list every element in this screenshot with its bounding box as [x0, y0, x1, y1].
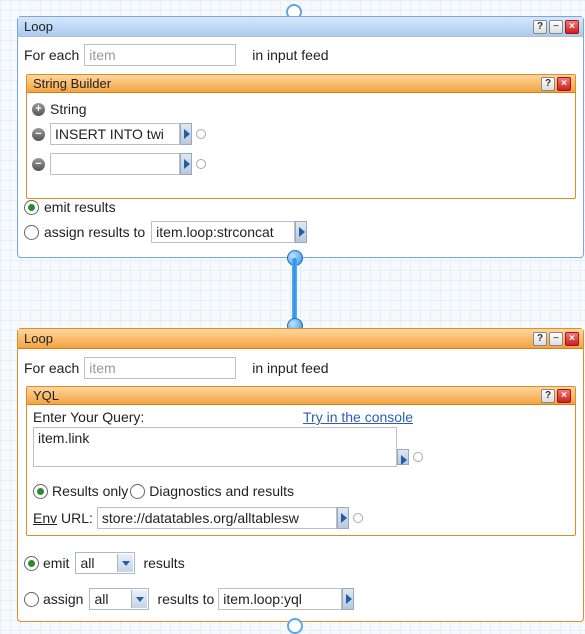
env-url-input[interactable]: store://datatables.org/alltablesw: [96, 507, 337, 529]
emit-results-row: emit results: [24, 199, 116, 215]
assign-select[interactable]: all: [89, 588, 150, 610]
title-buttons: ? − ×: [533, 20, 579, 34]
query-row: item.link: [33, 427, 423, 467]
emit-label: emit: [43, 555, 70, 571]
in-input-feed-label: in input feed: [252, 360, 329, 376]
yql-title: YQL: [33, 388, 60, 403]
string-input-1[interactable]: INSERT INTO twi: [50, 123, 180, 145]
string-builder-title-bar[interactable]: String Builder ? ×: [27, 75, 575, 93]
help-button[interactable]: ?: [533, 20, 547, 34]
diagnostics-radio[interactable]: [130, 483, 146, 499]
title-buttons: ? ×: [541, 389, 571, 403]
url-label: URL:: [57, 510, 93, 526]
emit-results-radio[interactable]: [24, 199, 39, 215]
assign-results-row: assign results to item.loop:strconcat: [24, 221, 308, 243]
query-textarea[interactable]: item.link: [33, 427, 397, 467]
arrow-icon[interactable]: [342, 588, 355, 610]
add-string-row: + String: [32, 101, 87, 117]
diagnostics-label: Diagnostics and results: [149, 483, 295, 499]
minimize-button[interactable]: −: [549, 20, 563, 34]
connector-wire[interactable]: [292, 258, 297, 326]
emit-select[interactable]: all: [75, 552, 136, 574]
emit-radio[interactable]: [24, 555, 39, 571]
loop-title-bar[interactable]: Loop ? − ×: [18, 17, 583, 37]
remove-icon[interactable]: −: [32, 157, 45, 171]
try-console-link[interactable]: Try in the console: [303, 409, 413, 425]
arrow-icon[interactable]: [397, 449, 409, 465]
for-each-label: For each: [24, 47, 80, 63]
results-only-radio[interactable]: [33, 483, 48, 499]
close-button[interactable]: ×: [557, 389, 571, 403]
loop-module-1: Loop ? − × For each item in input feed S…: [17, 16, 584, 258]
results-to-label: results to: [157, 591, 215, 607]
help-button[interactable]: ?: [541, 389, 555, 403]
string-row-1: − INSERT INTO twi: [32, 123, 206, 145]
yql-module: YQL ? × Enter Your Query: Try in the con…: [26, 386, 576, 536]
results-only-label: Results only: [52, 483, 129, 499]
chevron-down-icon: [131, 590, 148, 608]
chevron-down-icon: [117, 554, 134, 572]
env-label[interactable]: Env: [33, 510, 57, 526]
remove-icon[interactable]: −: [32, 127, 45, 141]
for-each-row: For each item in input feed: [24, 357, 329, 379]
assign-results-radio[interactable]: [24, 224, 39, 240]
help-button[interactable]: ?: [533, 332, 547, 346]
string-input-2[interactable]: [50, 153, 180, 175]
assign-select-value: all: [94, 591, 109, 607]
loop-title: Loop: [24, 331, 53, 346]
assign-row: assign all results to item.loop:yql: [24, 588, 355, 610]
env-url-row: Env URL: store://datatables.org/alltable…: [33, 507, 363, 529]
assign-results-label: assign results to: [44, 224, 146, 240]
close-button[interactable]: ×: [565, 20, 579, 34]
emit-results-label: results: [143, 555, 185, 571]
string-row-2: −: [32, 153, 206, 175]
string-builder-module: String Builder ? × + String − INSERT INT…: [26, 74, 576, 199]
assign-results-input[interactable]: item.loop:strconcat: [151, 221, 296, 243]
terminal-icon[interactable]: [413, 452, 423, 462]
arrow-icon[interactable]: [295, 221, 308, 243]
loop-module-2: Loop ? − × For each item in input feed Y…: [17, 328, 584, 622]
terminal-icon[interactable]: [352, 513, 363, 523]
loop-title-bar[interactable]: Loop ? − ×: [18, 329, 583, 349]
emit-select-value: all: [80, 555, 95, 571]
emit-row: emit all results: [24, 552, 185, 574]
string-builder-title: String Builder: [33, 76, 112, 91]
arrow-icon[interactable]: [180, 153, 192, 175]
for-each-row: For each item in input feed: [24, 44, 329, 66]
for-each-label: For each: [24, 360, 80, 376]
arrow-icon[interactable]: [180, 123, 192, 145]
for-each-input[interactable]: item: [84, 357, 237, 379]
close-button[interactable]: ×: [565, 332, 579, 346]
help-button[interactable]: ?: [541, 77, 555, 91]
loop-title: Loop: [24, 19, 53, 34]
result-type-row: Results only Diagnostics and results: [33, 483, 294, 499]
terminal-icon[interactable]: [196, 129, 206, 139]
assign-radio[interactable]: [24, 591, 39, 607]
query-label-row: Enter Your Query: Try in the console: [33, 409, 413, 425]
assign-results-input[interactable]: item.loop:yql: [218, 588, 343, 610]
title-buttons: ? ×: [541, 77, 571, 91]
add-string-label: String: [50, 101, 87, 117]
terminal-icon[interactable]: [196, 159, 206, 169]
yql-title-bar[interactable]: YQL ? ×: [27, 387, 575, 405]
minimize-button[interactable]: −: [549, 332, 563, 346]
title-buttons: ? − ×: [533, 332, 579, 346]
emit-results-label: emit results: [44, 199, 116, 215]
for-each-input[interactable]: item: [84, 44, 237, 66]
add-icon[interactable]: +: [32, 102, 45, 116]
query-label: Enter Your Query:: [33, 409, 145, 425]
assign-label: assign: [43, 591, 84, 607]
close-button[interactable]: ×: [557, 77, 571, 91]
output-terminal-bottom[interactable]: [287, 618, 303, 634]
in-input-feed-label: in input feed: [252, 47, 329, 63]
arrow-icon[interactable]: [336, 507, 349, 529]
